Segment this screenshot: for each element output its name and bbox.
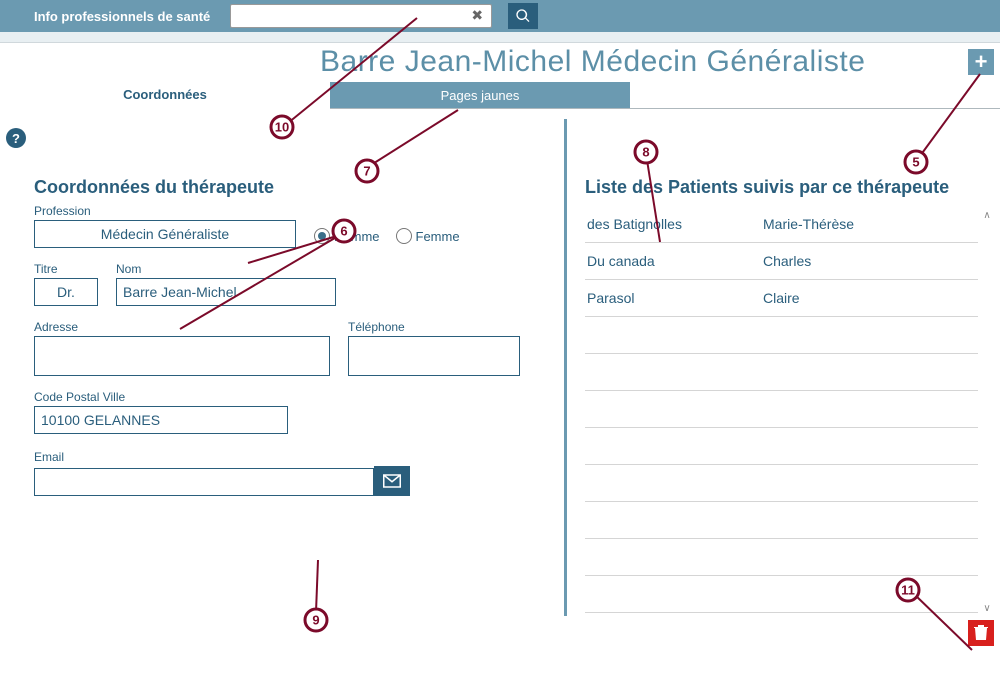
gender-group: Homme Femme (314, 228, 460, 244)
left-column: Coordonnées du thérapeute Profession Hom… (34, 119, 564, 616)
title-row: Barre Jean-Michel Médecin Généraliste + (0, 43, 1000, 79)
scrollbar[interactable]: ∧ ∨ (980, 210, 994, 614)
trash-icon (974, 625, 988, 641)
table-row (585, 539, 978, 576)
patient-lastname: Parasol (585, 290, 763, 306)
top-bar: Info professionnels de santé ✖ (0, 0, 1000, 32)
table-row (585, 502, 978, 539)
table-row (585, 576, 978, 613)
plus-icon: + (975, 51, 988, 73)
brand-label: Info professionnels de santé (34, 9, 210, 24)
adresse-input[interactable] (34, 336, 330, 376)
envelope-icon (383, 474, 401, 488)
table-row (585, 354, 978, 391)
gender-male-label: Homme (334, 229, 380, 244)
table-row (585, 428, 978, 465)
nom-label: Nom (116, 262, 336, 276)
tab-pages-jaunes[interactable]: Pages jaunes (330, 82, 630, 108)
add-button[interactable]: + (968, 49, 994, 75)
gender-female-option[interactable]: Femme (396, 228, 460, 244)
nom-input[interactable] (116, 278, 336, 306)
email-label: Email (34, 450, 554, 464)
search-wrap: ✖ (230, 4, 492, 28)
patient-lastname: des Batignolles (585, 216, 763, 232)
page-title: Barre Jean-Michel Médecin Généraliste (320, 45, 865, 79)
adresse-label: Adresse (34, 320, 330, 334)
clear-icon: ✖ (471, 7, 483, 23)
thin-bar (0, 32, 1000, 43)
patient-firstname: Charles (763, 253, 978, 269)
radio-checked-icon (314, 228, 330, 244)
gender-female-label: Femme (416, 229, 460, 244)
search-input[interactable] (230, 4, 492, 28)
email-input[interactable] (34, 468, 374, 496)
telephone-label: Téléphone (348, 320, 520, 334)
codepostal-input[interactable] (34, 406, 288, 434)
tab-coordonnees[interactable]: Coordonnées (0, 81, 330, 109)
codepostal-label: Code Postal Ville (34, 390, 288, 404)
delete-button[interactable] (968, 620, 994, 646)
patient-list-body: des BatignollesMarie-ThérèseDu canadaCha… (585, 206, 992, 616)
table-row[interactable]: ParasolClaire (585, 280, 978, 317)
search-button[interactable] (508, 3, 538, 29)
help-button[interactable]: ? (6, 128, 26, 148)
tabs: Coordonnées Pages jaunes (0, 81, 1000, 109)
scroll-up-icon[interactable]: ∧ (983, 210, 990, 221)
telephone-input[interactable] (348, 336, 520, 376)
profession-label: Profession (34, 204, 296, 218)
titre-input[interactable] (34, 278, 98, 306)
radio-unchecked-icon (396, 228, 412, 244)
patients-section-title: Liste des Patients suivis par ce thérape… (585, 177, 992, 198)
table-row[interactable]: Du canadaCharles (585, 243, 978, 280)
help-icon: ? (12, 131, 20, 146)
send-email-button[interactable] (374, 466, 410, 496)
patient-lastname: Du canada (585, 253, 763, 269)
right-column: Liste des Patients suivis par ce thérape… (564, 119, 992, 616)
therapist-section-title: Coordonnées du thérapeute (34, 177, 554, 198)
patient-firstname: Marie-Thérèse (763, 216, 978, 232)
patient-list: des BatignollesMarie-ThérèseDu canadaCha… (585, 206, 992, 616)
gender-male-option[interactable]: Homme (314, 228, 380, 244)
search-icon (515, 8, 531, 24)
table-row (585, 317, 978, 354)
table-row[interactable]: des BatignollesMarie-Thérèse (585, 206, 978, 243)
titre-label: Titre (34, 262, 98, 276)
patient-firstname: Claire (763, 290, 978, 306)
scroll-down-icon[interactable]: ∨ (983, 603, 990, 614)
table-row (585, 391, 978, 428)
clear-search-button[interactable]: ✖ (468, 6, 486, 24)
profession-input[interactable] (34, 220, 296, 248)
table-row (585, 465, 978, 502)
main: Coordonnées du thérapeute Profession Hom… (0, 119, 1000, 616)
